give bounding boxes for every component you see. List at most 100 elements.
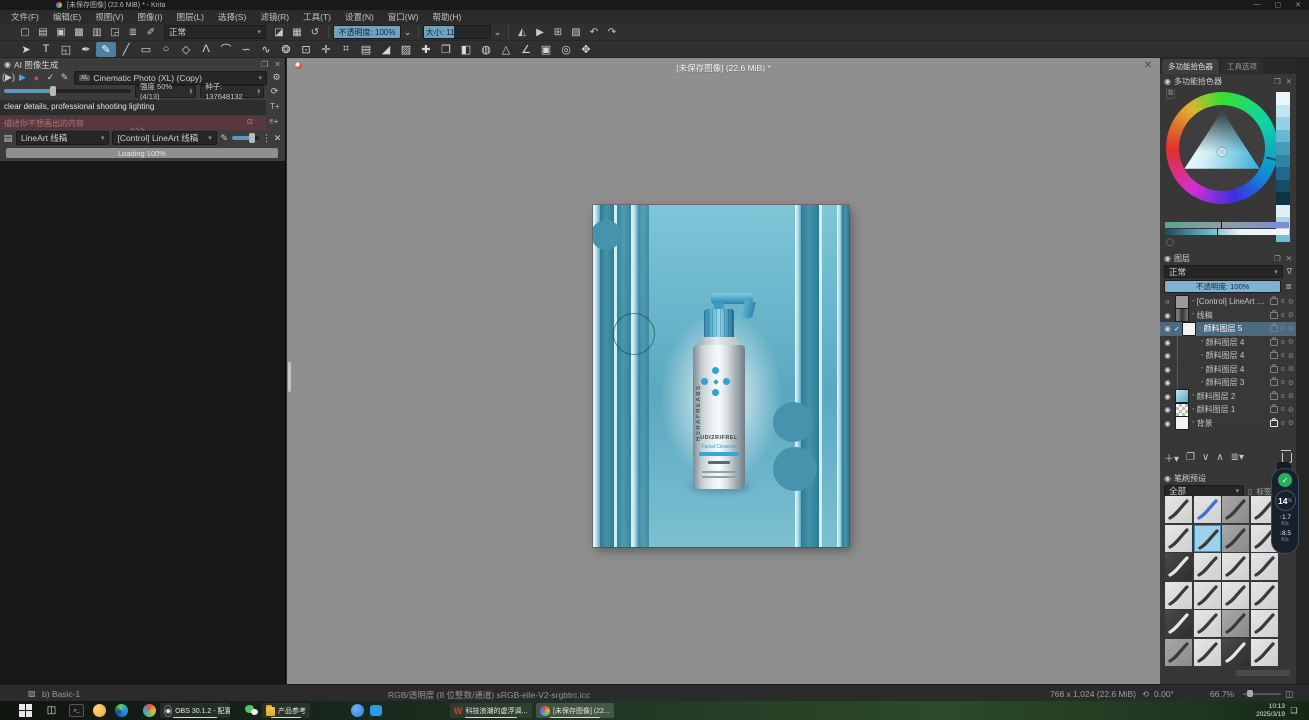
- document-canvas[interactable]: HSRAFREABS UDIZRIFREL Facial Cleanser: [593, 205, 849, 547]
- duplicate-layer-button[interactable]: ❐: [1186, 452, 1195, 463]
- taskbar-krita-button[interactable]: [未保存图像] (22...: [536, 703, 614, 718]
- layer-alpha-icon[interactable]: α: [1281, 366, 1285, 373]
- taskbar-document-button[interactable]: W 科技浪潮的虚浮调...: [450, 703, 532, 718]
- layer-visible-icon[interactable]: ◉: [1162, 311, 1173, 320]
- layer-lock-icon[interactable]: [1270, 406, 1278, 413]
- randomize-seed-icon[interactable]: ⟳: [268, 86, 281, 97]
- tool-zoom[interactable]: ◎: [556, 42, 576, 57]
- layer-properties-icon[interactable]: ⚙: [1288, 365, 1294, 373]
- tool-clone[interactable]: ❐: [436, 42, 456, 57]
- tool-text[interactable]: T: [36, 42, 56, 57]
- tool-pattern-edit[interactable]: ▨: [396, 42, 416, 57]
- shade-swatch-5[interactable]: [1276, 155, 1290, 168]
- canvas-only-mode-icon[interactable]: ◫: [1285, 689, 1293, 700]
- shade-swatch-6[interactable]: [1276, 167, 1290, 180]
- layer-properties-icon[interactable]: ⚙: [1288, 419, 1294, 427]
- layer-visible-icon[interactable]: ◉: [1162, 378, 1173, 387]
- layer-lock-icon[interactable]: [1270, 339, 1278, 346]
- brush-preset-thumb[interactable]: [1165, 639, 1192, 666]
- tool-reference-images[interactable]: ▣: [536, 42, 556, 57]
- layer-alpha-icon[interactable]: α: [1281, 298, 1285, 305]
- color-settings-icon[interactable]: ◯: [1166, 238, 1174, 246]
- menu-item-10[interactable]: 帮助(H): [425, 10, 468, 24]
- brush-preset-thumb[interactable]: [1165, 553, 1192, 580]
- layer-lock-icon[interactable]: [1270, 420, 1278, 427]
- menu-item-9[interactable]: 窗口(W): [381, 10, 426, 24]
- fg-bg-color-icon[interactable]: ◲: [106, 25, 124, 40]
- layer-alpha-icon[interactable]: α: [1281, 406, 1285, 413]
- layer-properties-icon[interactable]: ⚙: [1288, 406, 1294, 414]
- brush-preset-thumb[interactable]: [1165, 525, 1192, 552]
- menu-item-7[interactable]: 工具(T): [296, 10, 338, 24]
- tag-label[interactable]: 标签: [1256, 486, 1271, 497]
- layer-visible-icon[interactable]: ◉: [1162, 405, 1173, 414]
- tool-smart-patch[interactable]: ✚: [416, 42, 436, 57]
- brush-settings-icon[interactable]: ≣: [124, 25, 142, 40]
- app-icon-blue[interactable]: [350, 703, 365, 718]
- layer-alpha-icon[interactable]: α: [1281, 325, 1285, 332]
- preserve-alpha-icon[interactable]: ▦: [288, 25, 306, 40]
- tool-multibrush[interactable]: ❂: [276, 42, 296, 57]
- workspace-menu-button[interactable]: (▶): [2, 72, 15, 83]
- tool-pan[interactable]: ✥: [576, 42, 596, 57]
- prompt-textarea[interactable]: clear details, professional shooting lig…: [0, 100, 266, 115]
- layer-lock-icon[interactable]: [1270, 352, 1278, 359]
- shade-swatch-3[interactable]: [1276, 130, 1290, 143]
- tool-gradient[interactable]: ▤: [356, 42, 376, 57]
- mirror-vertical-icon[interactable]: ▶: [531, 25, 549, 40]
- layer-alpha-icon[interactable]: α: [1281, 339, 1285, 346]
- brush-preset-thumb[interactable]: [1222, 610, 1249, 637]
- layer-blend-mode-select[interactable]: 正常 ▾: [1164, 265, 1283, 278]
- layer-visible-icon[interactable]: ◉: [1162, 351, 1173, 360]
- brush-preset-thumb[interactable]: [1222, 639, 1249, 666]
- tool-assistants[interactable]: △: [496, 42, 516, 57]
- lightness-slider-bar[interactable]: [1165, 229, 1289, 235]
- layer-lock-icon[interactable]: [1270, 366, 1278, 373]
- open-document-icon[interactable]: ▤: [34, 25, 52, 40]
- maximize-button[interactable]: ▢: [1275, 1, 1282, 9]
- wrap-around-icon[interactable]: ⊞: [549, 25, 567, 40]
- layer-lock-icon[interactable]: [1270, 379, 1278, 386]
- control-model-select[interactable]: [Control] LineArt 线稿 ▾: [112, 131, 216, 145]
- float-docker-icon[interactable]: ❐: [261, 60, 268, 69]
- brush-preset-thumb[interactable]: [1251, 582, 1278, 609]
- undo-icon[interactable]: ↶: [585, 25, 603, 40]
- start-button[interactable]: [18, 703, 33, 718]
- reload-preset-icon[interactable]: ↺: [306, 25, 324, 40]
- minimize-button[interactable]: —: [1254, 1, 1261, 9]
- shade-swatch-2[interactable]: [1276, 117, 1290, 130]
- rotation-reset-icon[interactable]: ⟲: [1142, 689, 1149, 700]
- tool-polygon[interactable]: ◇: [176, 42, 196, 57]
- layer-row-2[interactable]: ◉✓◔颜料图层 5α⚙: [1160, 322, 1296, 336]
- layer-lock-icon[interactable]: [1270, 325, 1278, 332]
- layer-row-9[interactable]: ◉◔背景α⚙: [1160, 417, 1296, 431]
- tool-enclose-fill[interactable]: ◍: [476, 42, 496, 57]
- system-monitor-widget[interactable]: ✓ 14% ↑1.7 K/s ↓8.5 K/s: [1271, 468, 1299, 554]
- redo-icon[interactable]: ↷: [603, 25, 621, 40]
- generate-control-icon[interactable]: ✎: [220, 133, 229, 144]
- canvas-scrollbar-thumb[interactable]: [288, 362, 291, 392]
- terminal-app-icon[interactable]: >_: [69, 703, 84, 718]
- gradient-chooser-icon[interactable]: ▥: [88, 25, 106, 40]
- brush-preset-thumb[interactable]: [1251, 553, 1278, 580]
- brush-preset-thumb[interactable]: [1194, 496, 1221, 523]
- layer-properties-icon[interactable]: ⚙: [1288, 392, 1294, 400]
- opacity-spin[interactable]: ⌄: [401, 27, 414, 38]
- strength-spinbox[interactable]: 强度 50% (4/13) ▲▼: [135, 85, 196, 98]
- control-menu-icon[interactable]: ⋮: [262, 133, 270, 144]
- shade-swatch-7[interactable]: [1276, 180, 1290, 193]
- layer-row-8[interactable]: ◉◔颜料图层 1α⚙: [1160, 403, 1296, 417]
- brush-preset-thumb[interactable]: [1194, 639, 1221, 666]
- brush-preset-thumb[interactable]: [1222, 525, 1249, 552]
- layer-row-5[interactable]: ◉◔颜料图层 4α⚙: [1160, 363, 1296, 377]
- float-docker-icon[interactable]: ❐: [1274, 77, 1281, 86]
- layer-filter-icon[interactable]: ∇: [1287, 267, 1292, 276]
- wechat-app-icon[interactable]: [244, 703, 259, 718]
- layer-row-6[interactable]: ◉◔颜料图层 3α⚙: [1160, 376, 1296, 390]
- chat-app-icon[interactable]: [368, 703, 383, 718]
- delete-layer-button[interactable]: [1282, 453, 1292, 463]
- menu-item-5[interactable]: 选择(S): [211, 10, 253, 24]
- shade-swatch-8[interactable]: [1276, 192, 1290, 205]
- add-text-prompt-icon[interactable]: T+: [270, 102, 280, 111]
- save-icon[interactable]: ▣: [52, 25, 70, 40]
